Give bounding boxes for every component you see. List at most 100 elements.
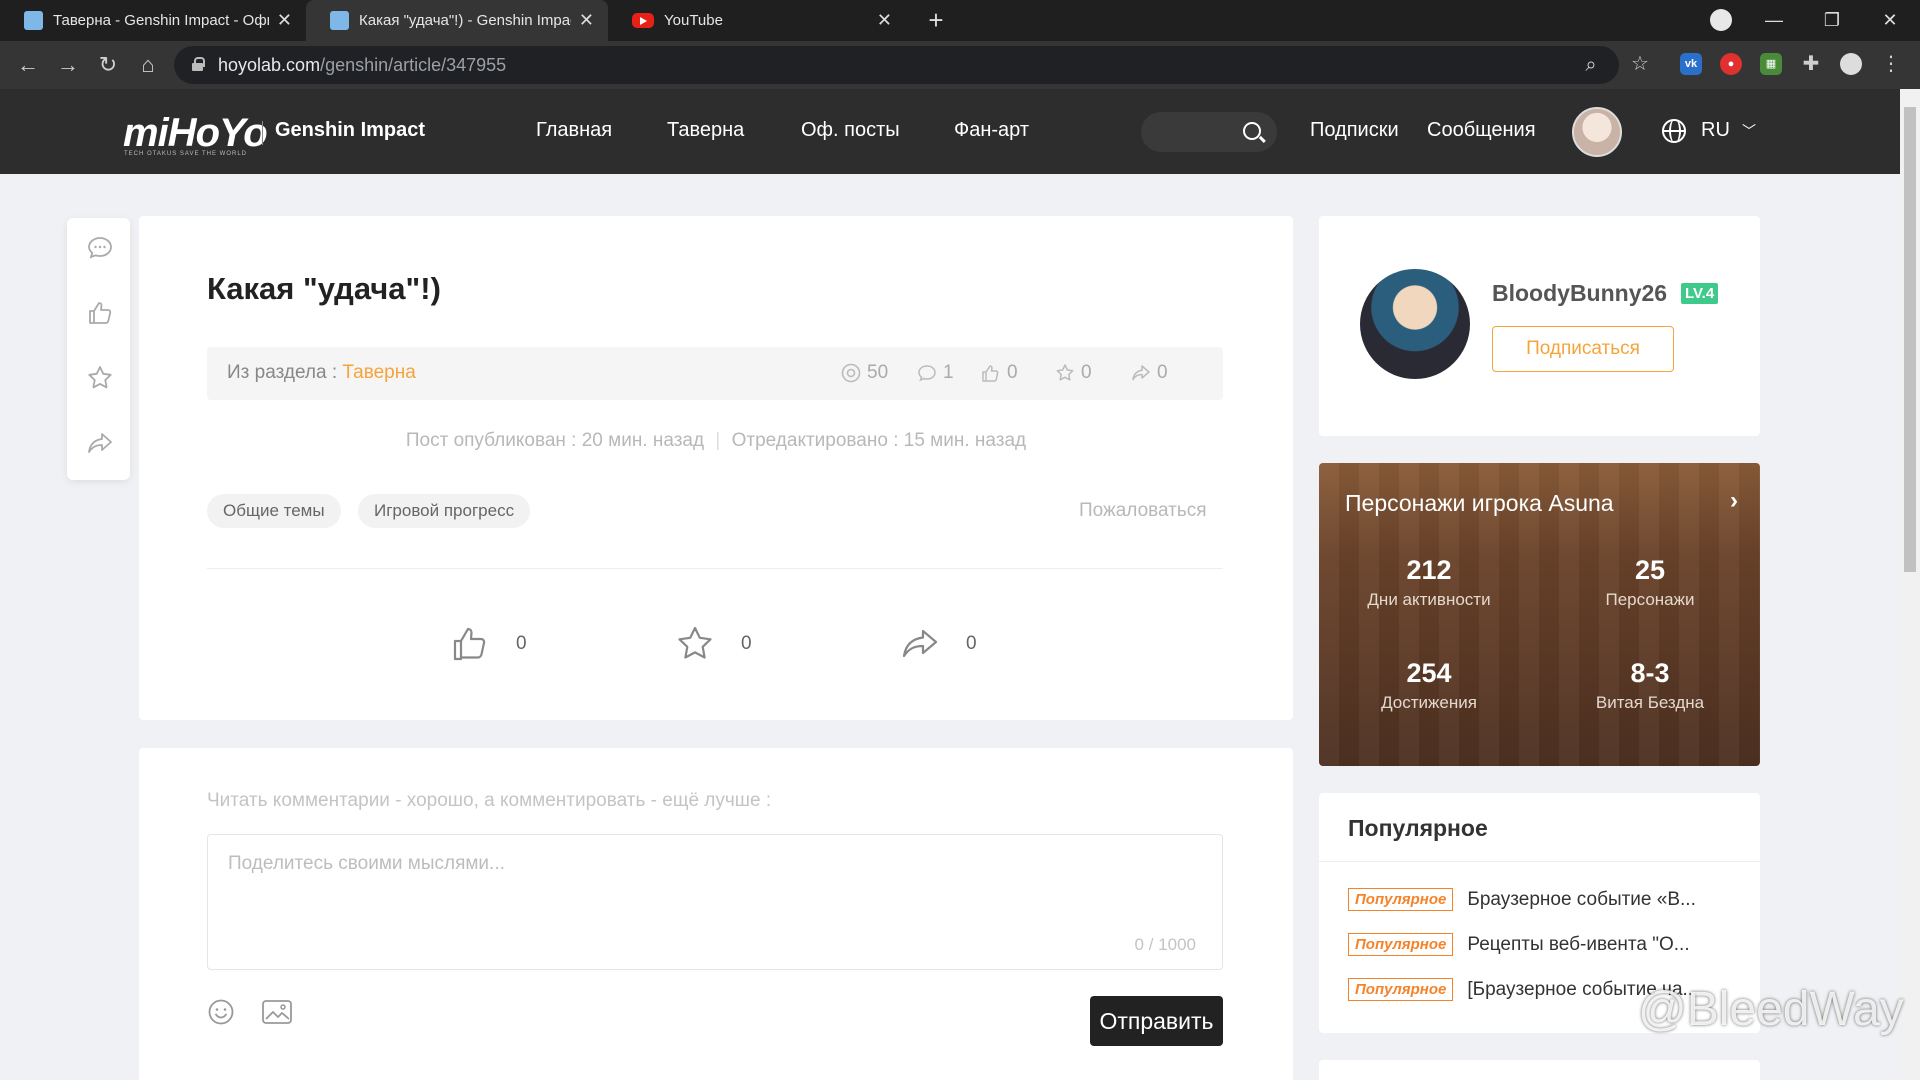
like-icon[interactable] bbox=[86, 299, 114, 327]
forward-icon[interactable]: → bbox=[54, 51, 82, 79]
browser-tab[interactable]: YouTube ✕ bbox=[608, 0, 906, 41]
article-meta-bar: Из раздела : Таверна 50 1 0 0 0 bbox=[207, 347, 1223, 400]
author-avatar[interactable] bbox=[1360, 269, 1470, 379]
popular-item[interactable]: Популярное Рецепты веб-ивента "О... bbox=[1348, 933, 1738, 956]
scrollbar[interactable] bbox=[1900, 89, 1920, 1080]
like-icon[interactable] bbox=[450, 624, 490, 664]
search-input[interactable] bbox=[1141, 112, 1277, 152]
like-icon bbox=[982, 365, 999, 382]
subscriptions-link[interactable]: Подписки bbox=[1310, 119, 1399, 142]
popular-title: Популярное bbox=[1348, 815, 1488, 841]
article-title: Какая "удача"!) bbox=[207, 271, 441, 306]
back-icon[interactable]: ← bbox=[14, 51, 42, 79]
author-profile-card: BloodyBunny26 LV.4 Подписаться bbox=[1319, 216, 1760, 436]
hoyolab-favicon bbox=[330, 11, 349, 30]
browser-tab-active[interactable]: Какая "удача"!) - Genshin Impact ✕ bbox=[306, 0, 608, 41]
emoji-icon[interactable] bbox=[207, 998, 235, 1026]
user-avatar-icon[interactable] bbox=[1840, 53, 1862, 75]
tag-general[interactable]: Общие темы bbox=[207, 494, 341, 528]
search-icon[interactable] bbox=[1243, 122, 1261, 140]
stat-characters: 25 Персонажи bbox=[1540, 555, 1760, 610]
share-action[interactable]: 0 bbox=[900, 624, 977, 664]
stat-label: Персонажи bbox=[1605, 590, 1695, 609]
author-username[interactable]: BloodyBunny26 bbox=[1492, 280, 1667, 307]
reload-icon[interactable]: ↻ bbox=[94, 51, 122, 79]
stat-label: Дни активности bbox=[1367, 590, 1491, 609]
tag-game-progress[interactable]: Игровой прогресс bbox=[358, 494, 531, 528]
likes-count: 0 bbox=[1007, 362, 1018, 383]
menu-icon[interactable]: ⋮ bbox=[1880, 53, 1902, 75]
avatar[interactable] bbox=[1572, 107, 1622, 157]
chevron-right-icon[interactable]: › bbox=[1730, 487, 1738, 515]
comment-input[interactable]: Поделитесь своими мыслями... 0 / 1000 bbox=[207, 834, 1223, 970]
mihoyo-logo[interactable]: miHoYo bbox=[123, 111, 268, 156]
home-icon[interactable]: ⌂ bbox=[134, 51, 162, 79]
popular-item-title[interactable]: Рецепты веб-ивента "О... bbox=[1467, 934, 1689, 956]
chevron-down-icon[interactable]: ﹀ bbox=[1742, 121, 1756, 141]
views-count: 50 bbox=[867, 362, 889, 383]
close-icon[interactable]: ✕ bbox=[877, 10, 892, 31]
watermark: @BleedWay bbox=[1638, 983, 1904, 1036]
close-icon[interactable]: ✕ bbox=[579, 10, 594, 31]
like-count: 0 bbox=[516, 633, 527, 654]
scrollbar-thumb[interactable] bbox=[1904, 107, 1916, 572]
stat-label: Достижения bbox=[1381, 693, 1477, 712]
report-link[interactable]: Пожаловаться bbox=[1079, 500, 1207, 522]
comment-icon bbox=[918, 365, 936, 382]
close-icon[interactable]: ✕ bbox=[277, 10, 292, 31]
globe-icon[interactable] bbox=[1662, 119, 1686, 143]
popular-badge: Популярное bbox=[1348, 933, 1454, 956]
section-link[interactable]: Таверна bbox=[342, 362, 415, 383]
favorite-action[interactable]: 0 bbox=[675, 624, 752, 664]
extension-icon[interactable]: ● bbox=[1720, 53, 1742, 75]
language-select[interactable]: RU bbox=[1701, 119, 1730, 142]
address-bar[interactable]: hoyolab.com/genshin/article/347955 ⌕ bbox=[174, 46, 1619, 84]
char-counter: 0 / 1000 bbox=[1134, 935, 1196, 954]
comments-stat: 1 bbox=[917, 362, 954, 384]
divider bbox=[1319, 861, 1760, 862]
nav-home[interactable]: Главная bbox=[536, 119, 612, 142]
url-host: hoyolab.com bbox=[218, 55, 321, 75]
star-icon[interactable] bbox=[86, 364, 114, 392]
extensions-puzzle-icon[interactable]: ✚ bbox=[1800, 53, 1822, 75]
browser-tab[interactable]: Таверна - Genshin Impact - Офи ✕ bbox=[0, 0, 306, 41]
published-time: Пост опубликован : 20 мин. назад bbox=[405, 430, 705, 451]
section-label: Из раздела : Таверна bbox=[227, 362, 416, 384]
likes-stat: 0 bbox=[981, 362, 1018, 384]
shares-count: 0 bbox=[1157, 362, 1168, 383]
minimize-icon[interactable]: — bbox=[1746, 0, 1802, 41]
restore-icon[interactable]: ❐ bbox=[1804, 0, 1860, 41]
popular-item[interactable]: Популярное Браузерное событие «В... bbox=[1348, 888, 1738, 911]
popular-badge: Популярное bbox=[1348, 978, 1454, 1001]
lock-icon[interactable] bbox=[192, 57, 205, 71]
nav-official[interactable]: Оф. посты bbox=[801, 119, 900, 142]
share-icon[interactable] bbox=[900, 624, 940, 664]
image-upload-icon[interactable] bbox=[261, 998, 293, 1026]
bookmark-star-icon[interactable]: ☆ bbox=[1629, 53, 1651, 75]
send-button[interactable]: Отправить bbox=[1090, 996, 1223, 1046]
profile-menu-icon[interactable] bbox=[1710, 9, 1732, 31]
nav-fanart[interactable]: Фан-арт bbox=[954, 119, 1029, 142]
favorites-stat: 0 bbox=[1055, 362, 1092, 384]
share-icon[interactable] bbox=[86, 429, 114, 457]
star-icon[interactable] bbox=[675, 624, 715, 664]
new-tab-icon[interactable]: + bbox=[922, 6, 950, 34]
messages-link[interactable]: Сообщения bbox=[1427, 119, 1536, 142]
stat-spiral-abyss: 8-3 Витая Бездна bbox=[1540, 658, 1760, 713]
extension-icon[interactable]: ▦ bbox=[1760, 53, 1782, 75]
comment-icon[interactable] bbox=[86, 234, 114, 262]
game-title[interactable]: Genshin Impact bbox=[275, 119, 425, 142]
favorite-count: 0 bbox=[741, 633, 752, 654]
tab-title: Какая "удача"!) - Genshin Impact bbox=[359, 12, 571, 29]
share-count: 0 bbox=[966, 633, 977, 654]
comment-card: Читать комментарии - хорошо, а комментир… bbox=[139, 748, 1293, 1080]
window-close-icon[interactable]: ✕ bbox=[1862, 0, 1918, 41]
follow-button[interactable]: Подписаться bbox=[1492, 326, 1674, 372]
popular-item-title[interactable]: Браузерное событие «В... bbox=[1467, 889, 1695, 911]
like-action[interactable]: 0 bbox=[450, 624, 527, 664]
tab-title: Таверна - Genshin Impact - Офи bbox=[53, 12, 269, 29]
vk-extension-icon[interactable]: vk bbox=[1680, 53, 1702, 75]
nav-tavern[interactable]: Таверна bbox=[667, 119, 744, 142]
player-characters-card[interactable]: Персонажи игрока Asuna › 212 Дни активно… bbox=[1319, 463, 1760, 766]
zoom-icon[interactable]: ⌕ bbox=[1580, 54, 1602, 76]
